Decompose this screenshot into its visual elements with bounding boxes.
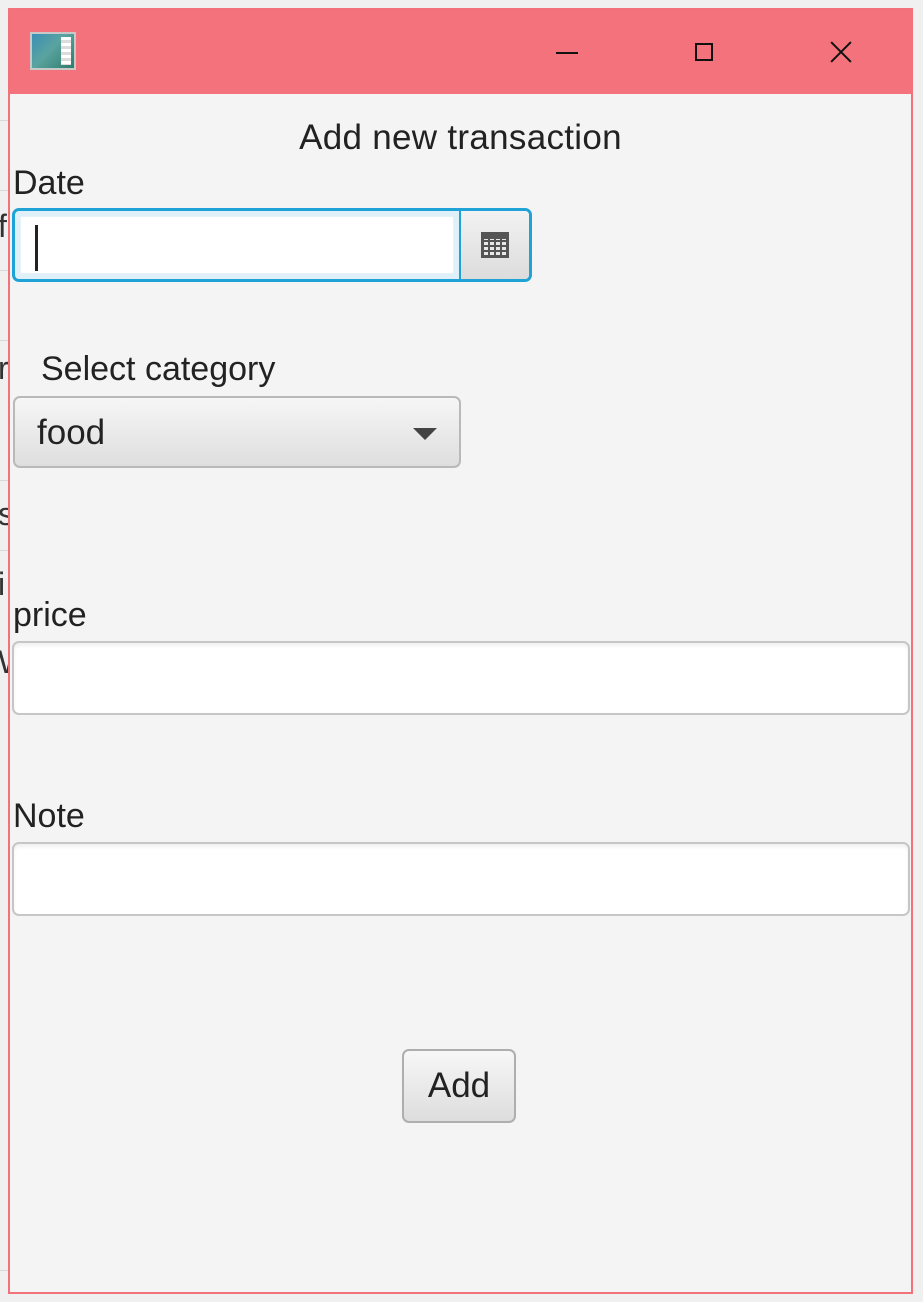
close-icon [830, 41, 852, 63]
text-caret [35, 225, 38, 271]
dropdown-arrow-icon [413, 428, 437, 440]
add-transaction-dialog: Add new transaction Date Select category… [8, 8, 913, 1294]
dialog-heading: Add new transaction [299, 118, 622, 157]
calendar-button[interactable] [459, 211, 529, 279]
date-picker[interactable] [12, 208, 532, 282]
calendar-icon [481, 232, 509, 258]
note-label: Note [13, 797, 85, 835]
add-button[interactable]: Add [402, 1049, 516, 1123]
close-button[interactable] [772, 10, 910, 94]
price-label: price [13, 596, 87, 634]
title-bar[interactable] [10, 10, 911, 94]
maximize-icon [695, 43, 713, 61]
category-label: Select category [41, 350, 276, 388]
category-select[interactable]: food [13, 396, 461, 468]
date-input[interactable] [20, 216, 454, 274]
date-label: Date [13, 164, 85, 202]
category-selected-value: food [37, 413, 106, 452]
minimize-icon [556, 52, 578, 54]
note-input[interactable] [12, 842, 910, 916]
maximize-button[interactable] [635, 10, 773, 94]
minimize-button[interactable] [498, 10, 636, 94]
price-input[interactable] [12, 641, 910, 715]
app-icon [30, 32, 76, 70]
